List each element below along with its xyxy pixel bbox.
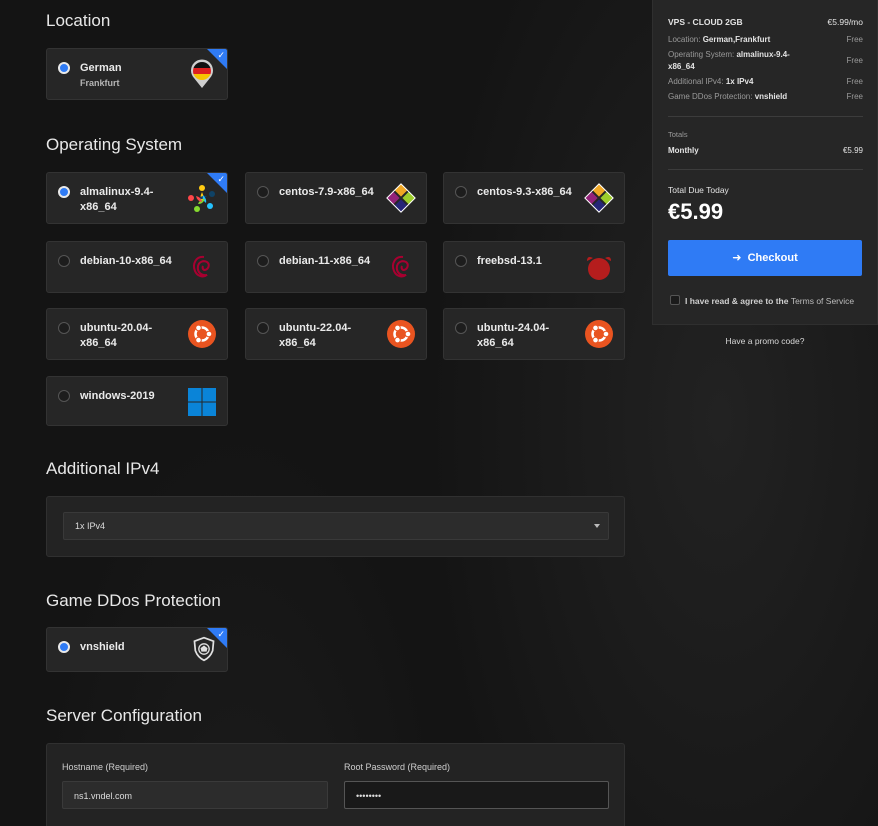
check-icon: ✓ [217,174,225,184]
radio[interactable] [455,255,467,267]
radio-checked[interactable] [58,641,70,653]
totals-heading: Totals [668,130,688,139]
check-icon: ✓ [217,629,225,639]
hostname-label: Hostname (Required) [62,762,149,772]
os-label: freebsd-13.1 [477,255,542,267]
os-label: centos-7.9-x86_64 [279,186,374,198]
summary-product-name: VPS - CLOUD 2GB [668,17,743,27]
radio[interactable] [455,322,467,334]
summary-line-key: Operating System: [668,50,735,59]
monthly-row: Monthly €5.99 [668,146,863,155]
debian-icon [193,255,210,278]
section-title-location: Location [46,11,111,30]
promo-code-link[interactable]: Have a promo code? [652,336,878,346]
os-label: ubuntu-20.04-x86_64 [80,322,153,349]
order-summary: VPS - CLOUD 2GB €5.99/mo Location: Germa… [652,0,878,325]
os-label: debian-10-x86_64 [80,255,172,267]
section-title-ipv4: Additional IPv4 [46,459,160,478]
os-label: centos-9.3-x86_64 [477,186,572,198]
radio[interactable] [257,255,269,267]
centos-icon [386,183,416,213]
ipv4-select[interactable]: 1x IPv4 [63,512,609,540]
radio[interactable] [58,255,70,267]
os-card-windows[interactable]: windows-2019 [46,376,228,426]
centos-icon [584,183,614,213]
summary-line-key: Additional IPv4: [668,77,724,86]
summary-line: Game DDos Protection: vnshield Free [668,92,863,101]
radio[interactable] [58,322,70,334]
summary-line-key: Game DDos Protection: [668,92,753,101]
freebsd-icon [587,257,611,280]
location-city: Frankfurt [80,78,120,88]
os-label: ubuntu-24.04-x86_64 [477,322,550,349]
summary-line-value: 1x IPv4 [725,77,754,86]
location-card-german[interactable]: German Frankfurt ✓ [46,48,228,100]
os-label: windows-2019 [80,390,155,402]
tos-checkbox[interactable] [670,295,680,305]
summary-product-price: €5.99/mo [827,17,863,27]
tos-link[interactable]: Terms of Service [791,296,854,306]
summary-product-row: VPS - CLOUD 2GB €5.99/mo [668,17,863,27]
radio[interactable] [257,322,269,334]
ubuntu-icon [387,320,415,348]
os-card-debian-10[interactable]: debian-10-x86_64 [46,241,228,293]
hostname-input[interactable]: ns1.vndel.com [62,781,328,809]
check-icon: ✓ [217,50,225,60]
summary-line-price: Free [846,77,863,86]
os-card-debian-11[interactable]: debian-11-x86_64 [245,241,427,293]
password-label: Root Password (Required) [344,762,451,772]
caret-down-icon [594,524,600,528]
os-label: ubuntu-22.04-x86_64 [279,322,352,349]
summary-line-price: Free [846,56,863,65]
radio[interactable] [455,186,467,198]
summary-line-value: German,Frankfurt [702,35,771,44]
section-title-os: Operating System [46,135,183,154]
monthly-value: €5.99 [842,146,863,155]
server-config-panel: Hostname (Required) ns1.vndel.com Root P… [46,743,625,826]
radio-checked[interactable] [58,62,70,74]
summary-line-key: Location: [668,35,701,44]
ddos-card-vnshield[interactable]: vnshield ✓ [46,627,228,672]
os-card-freebsd[interactable]: freebsd-13.1 [443,241,625,293]
tos-text: I have read & agree to the Terms of Serv… [685,296,854,306]
tos-label: I have read & agree to the [685,296,789,306]
radio[interactable] [58,390,70,402]
section-title-server: Server Configuration [46,706,202,725]
ipv4-selected-value: 1x IPv4 [75,521,106,531]
os-label: debian-11-x86_64 [279,255,371,267]
os-card-ubuntu-22[interactable]: ubuntu-22.04-x86_64 [245,308,427,360]
summary-line-price: Free [846,92,863,101]
os-card-centos-7[interactable]: centos-7.9-x86_64 [245,172,427,224]
os-card-ubuntu-20[interactable]: ubuntu-20.04-x86_64 [46,308,228,360]
os-card-centos-9[interactable]: centos-9.3-x86_64 [443,172,625,224]
os-card-almalinux[interactable]: almalinux-9.4-x86_64 ✓ [46,172,228,224]
due-label: Total Due Today [668,185,729,195]
os-card-ubuntu-24[interactable]: ubuntu-24.04-x86_64 [443,308,625,360]
monthly-label: Monthly [668,146,699,155]
password-input[interactable]: •••••••• [344,781,609,809]
checkout-label: Checkout [747,252,798,264]
ubuntu-icon [188,320,216,348]
summary-line: Operating System: almalinux-9.4-x86_64 [668,49,800,73]
checkout-button[interactable]: ➜ Checkout [668,240,862,276]
summary-divider [668,116,863,117]
summary-line: Location: German,Frankfurt Free [668,35,863,44]
summary-divider [668,169,863,170]
radio-checked[interactable] [58,186,70,198]
ddos-name: vnshield [80,641,125,653]
os-label: almalinux-9.4-x86_64 [80,186,154,213]
section-title-ddos: Game DDos Protection [46,591,221,610]
summary-line-value: vnshield [754,92,788,101]
ubuntu-icon [585,320,613,348]
radio[interactable] [257,186,269,198]
arrow-right-icon: ➜ [732,252,742,264]
debian-icon [392,255,409,278]
ipv4-panel: 1x IPv4 [46,496,625,557]
windows-icon [188,388,216,416]
totals-label: Totals [668,130,863,139]
summary-line-price: Free [846,35,863,44]
location-name: German [80,62,122,74]
summary-line: Additional IPv4: 1x IPv4 Free [668,77,863,86]
due-value: €5.99 [668,199,724,224]
